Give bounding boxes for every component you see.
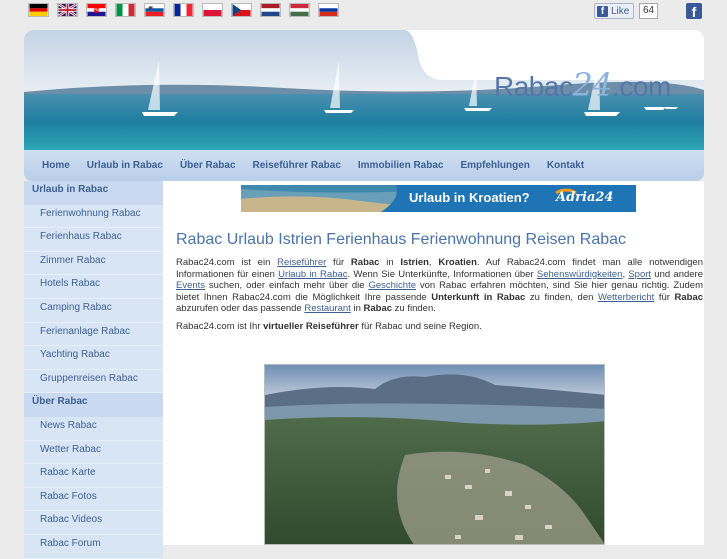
like-count: 64 (639, 3, 659, 19)
sidebar-item-forum[interactable]: Rabac Forum (24, 534, 163, 559)
facebook-small-icon: f (597, 5, 608, 17)
nav-immobilien-rabac[interactable]: Immobilien Rabac (358, 160, 444, 171)
text: abzurufen oder das passende (176, 303, 305, 315)
main-navigation: Home Urlaub in Rabac Über Rabac Reisefüh… (24, 150, 704, 181)
nav-urlaub-in-rabac[interactable]: Urlaub in Rabac (87, 160, 163, 171)
flag-si-icon[interactable] (144, 3, 165, 17)
flag-hu-icon[interactable] (289, 3, 310, 17)
text: zu finden. (392, 303, 436, 315)
facebook-icon[interactable]: f (686, 3, 702, 20)
text: , (428, 257, 439, 268)
sidebar-item-ferienwohnung[interactable]: Ferienwohnung Rabac (24, 204, 163, 229)
intro-paragraph: Rabac24.com ist ein Reiseführer für Raba… (176, 257, 703, 315)
text: zu finden, den (525, 291, 598, 303)
text: für (326, 257, 351, 268)
flag-pl-icon[interactable] (202, 3, 223, 17)
second-paragraph: Rabac24.com ist Ihr virtueller Reiseführ… (176, 321, 482, 332)
rabac-aerial-photo (264, 364, 605, 545)
sidebar: Urlaub in Rabac Ferienwohnung Rabac Feri… (24, 181, 163, 559)
sidebar-item-news[interactable]: News Rabac (24, 416, 163, 441)
flag-ru-icon[interactable] (318, 3, 339, 17)
text: für Rabac und seine Region. (358, 321, 482, 332)
bold-text: Istrien (400, 257, 429, 268)
link-restaurant[interactable]: Restaurant (304, 303, 350, 314)
link-sehenswuerdigkeiten[interactable]: Sehenswürdigkeiten (537, 269, 623, 280)
banner-text: Urlaub in Kroatien? (409, 190, 530, 205)
nav-home[interactable]: Home (42, 160, 70, 171)
text: für (654, 291, 675, 303)
page-title: Rabac Urlaub Istrien Ferienhaus Ferienwo… (176, 231, 627, 248)
sidebar-item-ferienanlage[interactable]: Ferienanlage Rabac (24, 322, 163, 347)
flag-it-icon[interactable] (115, 3, 136, 17)
link-wetterbericht[interactable]: Wetterbericht (598, 292, 654, 303)
text: Rabac24.com ist Ihr (176, 321, 264, 332)
logo-suffix: .com (612, 71, 671, 102)
text: und andere (651, 268, 703, 280)
flag-hr-icon[interactable] (86, 3, 107, 17)
sidebar-item-camping[interactable]: Camping Rabac (24, 298, 163, 323)
text: in (350, 303, 364, 315)
text: suchen, oder einfach mehr über die (205, 280, 369, 292)
flag-nl-icon[interactable] (260, 3, 281, 17)
text: . Wenn Sie Unterkünfte, Informationen üb… (347, 268, 537, 280)
nav-empfehlungen[interactable]: Empfehlungen (460, 160, 529, 171)
link-reisefuehrer[interactable]: Reiseführer (277, 257, 326, 268)
nav-kontakt[interactable]: Kontakt (547, 160, 584, 171)
sidebar-item-hotels[interactable]: Hotels Rabac (24, 275, 163, 299)
sidebar-heading-urlaub[interactable]: Urlaub in Rabac (24, 181, 163, 205)
bold-text: Rabac (350, 257, 380, 268)
flag-cz-icon[interactable] (231, 3, 252, 17)
sidebar-heading-ueber[interactable]: Über Rabac (24, 393, 163, 417)
sidebar-item-karte[interactable]: Rabac Karte (24, 464, 163, 488)
bold-text: Unterkunft in Rabac (431, 291, 526, 303)
logo-prefix: Rabac (494, 71, 573, 102)
sidebar-item-videos[interactable]: Rabac Videos (24, 511, 163, 535)
facebook-like-button[interactable]: f Like (594, 3, 635, 19)
adria24-ad-banner[interactable]: Urlaub in Kroatien? Adria24 (241, 185, 636, 212)
link-events[interactable]: Events (176, 280, 205, 291)
adria24-logo: Adria24 (556, 190, 614, 205)
sidebar-item-gruppenreisen[interactable]: Gruppenreisen Rabac (24, 369, 163, 394)
link-geschichte[interactable]: Geschichte (368, 280, 416, 291)
sidebar-item-zimmer[interactable]: Zimmer Rabac (24, 251, 163, 276)
site-logo[interactable]: Rabac24.com (494, 66, 671, 104)
nav-reisefuehrer-rabac[interactable]: Reiseführer Rabac (253, 160, 341, 171)
like-label: Like (611, 5, 630, 17)
link-urlaub-in-rabac[interactable]: Urlaub in Rabac (278, 269, 347, 280)
link-sport[interactable]: Sport (628, 269, 651, 280)
bold-text: Rabac (363, 303, 393, 315)
aerial-photo-image (265, 365, 604, 544)
nav-ueber-rabac[interactable]: Über Rabac (180, 160, 236, 171)
text: Rabac24.com ist ein (176, 257, 278, 268)
logo-number: 24 (572, 66, 613, 104)
sidebar-item-ferienhaus[interactable]: Ferienhaus Rabac (24, 228, 163, 252)
flag-de-icon[interactable] (28, 3, 49, 17)
language-flags (28, 3, 339, 17)
sidebar-item-fotos[interactable]: Rabac Fotos (24, 487, 163, 512)
main-content: Urlaub in Kroatien? Adria24 Rabac Urlaub… (163, 181, 704, 545)
bold-text: Kroatien (438, 257, 477, 268)
sidebar-item-wetter[interactable]: Wetter Rabac (24, 440, 163, 465)
bold-text: virtueller Reiseführer (263, 321, 359, 332)
flag-gb-icon[interactable] (57, 3, 78, 17)
text: in (379, 257, 401, 268)
flag-fr-icon[interactable] (173, 3, 194, 17)
sidebar-item-yachting[interactable]: Yachting Rabac (24, 346, 163, 370)
bold-text: Rabac (674, 291, 704, 303)
header-banner: Rabac24.com (24, 30, 704, 150)
